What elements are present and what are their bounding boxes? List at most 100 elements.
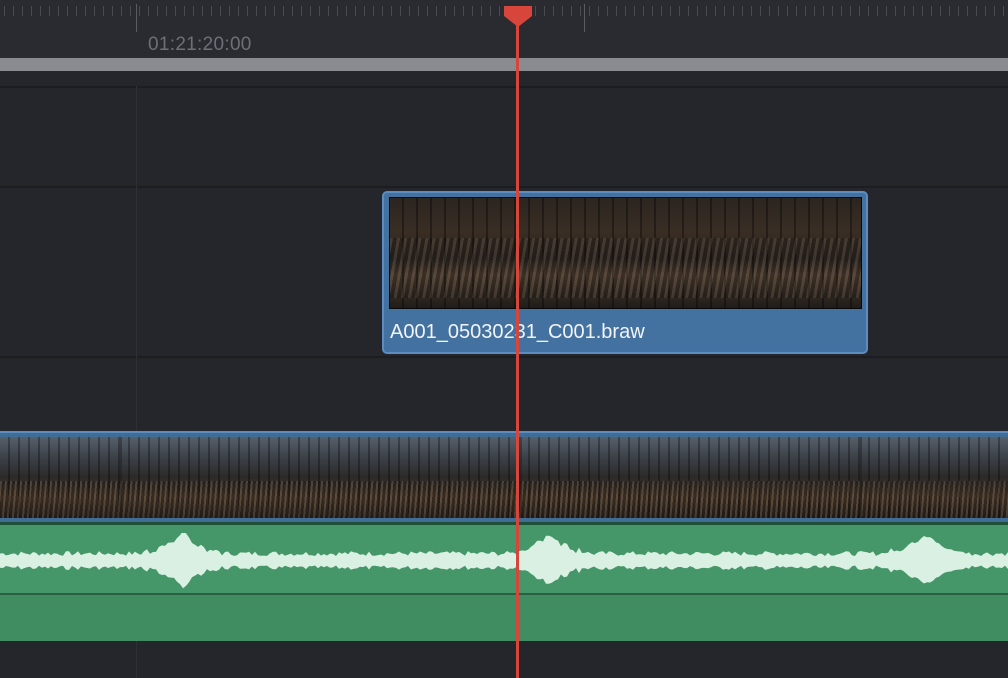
ruler-tick	[472, 6, 473, 16]
audio-clip-a1[interactable]	[0, 522, 1008, 641]
ruler-tick	[166, 6, 167, 16]
ruler-tick	[373, 6, 374, 16]
ruler-tick	[544, 6, 545, 16]
ruler-tick	[247, 6, 248, 16]
ruler-tick	[571, 6, 572, 16]
ruler-tick	[355, 6, 356, 16]
ruler-tick	[274, 6, 275, 16]
ruler-tick	[202, 6, 203, 16]
ruler-tick	[238, 6, 239, 16]
ruler-tick	[814, 6, 815, 16]
ruler-tick	[283, 6, 284, 16]
ruler-tick	[769, 6, 770, 16]
ruler-tick	[724, 6, 725, 16]
ruler-tick	[22, 6, 23, 16]
ruler-tick	[139, 6, 140, 16]
track-divider	[0, 86, 1008, 88]
ruler-tick	[940, 6, 941, 16]
ruler-tick	[652, 6, 653, 16]
ruler-tick	[337, 6, 338, 16]
ruler-tick	[958, 6, 959, 16]
ruler-tick	[454, 6, 455, 16]
ruler-tick	[499, 6, 500, 16]
video-clip-v2[interactable]: A001_05030231_C001.braw	[382, 191, 868, 354]
ruler-tick	[4, 6, 5, 16]
ruler-timecode: 01:21:20:00	[148, 34, 252, 55]
ruler-tick	[112, 6, 113, 16]
ruler-tick	[697, 6, 698, 16]
ruler-tick	[688, 6, 689, 16]
ruler-tick	[157, 6, 158, 16]
ruler-tick	[760, 6, 761, 16]
ruler-major-tick	[136, 4, 137, 32]
ruler-tick	[670, 6, 671, 16]
ruler-tick	[706, 6, 707, 16]
ruler-tick	[562, 6, 563, 16]
ruler-tick	[976, 6, 977, 16]
ruler-tick	[715, 6, 716, 16]
ruler-tick	[265, 6, 266, 16]
ruler-tick	[76, 6, 77, 16]
ruler-tick	[463, 6, 464, 16]
ruler-tick	[616, 6, 617, 16]
ruler-tick	[994, 6, 995, 16]
ruler-tick	[886, 6, 887, 16]
clip-filmstrip	[0, 437, 1008, 518]
ruler-tick	[796, 6, 797, 16]
ruler-tick	[733, 6, 734, 16]
playhead-marker-icon[interactable]	[502, 4, 534, 28]
ruler-tick	[589, 6, 590, 16]
audio-channel-1	[0, 525, 1008, 593]
ruler-major-tick	[584, 4, 585, 32]
video-clip-v1[interactable]	[0, 431, 1008, 522]
ruler-tick	[805, 6, 806, 16]
ruler-tick	[607, 6, 608, 16]
ruler-tick	[904, 6, 905, 16]
ruler-tick	[868, 6, 869, 16]
ruler-tick	[130, 6, 131, 16]
ruler-tick	[679, 6, 680, 16]
ruler-tick	[13, 6, 14, 16]
ruler-tick	[292, 6, 293, 16]
ruler-tick	[634, 6, 635, 16]
ruler-tick	[742, 6, 743, 16]
ruler-tick	[148, 6, 149, 16]
ruler-tick	[58, 6, 59, 16]
playhead-line[interactable]	[516, 18, 519, 678]
ruler-tick	[301, 6, 302, 16]
ruler-tick	[409, 6, 410, 16]
ruler-tick	[967, 6, 968, 16]
ruler-tick	[40, 6, 41, 16]
ruler-tick	[985, 6, 986, 16]
ruler-tick	[535, 6, 536, 16]
ruler-tick	[832, 6, 833, 16]
ruler-tick	[175, 6, 176, 16]
ruler-tick	[580, 6, 581, 16]
orchestra-thumbnail-image	[390, 198, 861, 308]
ruler-tick	[328, 6, 329, 16]
ruler-tick	[67, 6, 68, 16]
ruler-tick	[220, 6, 221, 16]
filmstrip-frame-divider	[120, 437, 122, 518]
ruler-tick	[922, 6, 923, 16]
ruler-tick	[256, 6, 257, 16]
audio-waveform	[0, 533, 1008, 589]
ruler-tick	[436, 6, 437, 16]
ruler-tick	[1003, 6, 1004, 16]
ruler-tick	[895, 6, 896, 16]
ruler-tick	[445, 6, 446, 16]
filmstrip-frame-divider	[520, 437, 522, 518]
filmstrip-frame-divider	[860, 437, 862, 518]
ruler-tick	[319, 6, 320, 16]
ruler-tick	[931, 6, 932, 16]
ruler-tick	[823, 6, 824, 16]
ruler-tick	[121, 6, 122, 16]
ruler-tick	[85, 6, 86, 16]
ruler-tick	[661, 6, 662, 16]
ruler-tick	[877, 6, 878, 16]
ruler-tick	[913, 6, 914, 16]
ruler-tick	[553, 6, 554, 16]
ruler-tick	[382, 6, 383, 16]
timeline-scrollbar[interactable]	[0, 58, 1008, 71]
ruler-tick	[418, 6, 419, 16]
